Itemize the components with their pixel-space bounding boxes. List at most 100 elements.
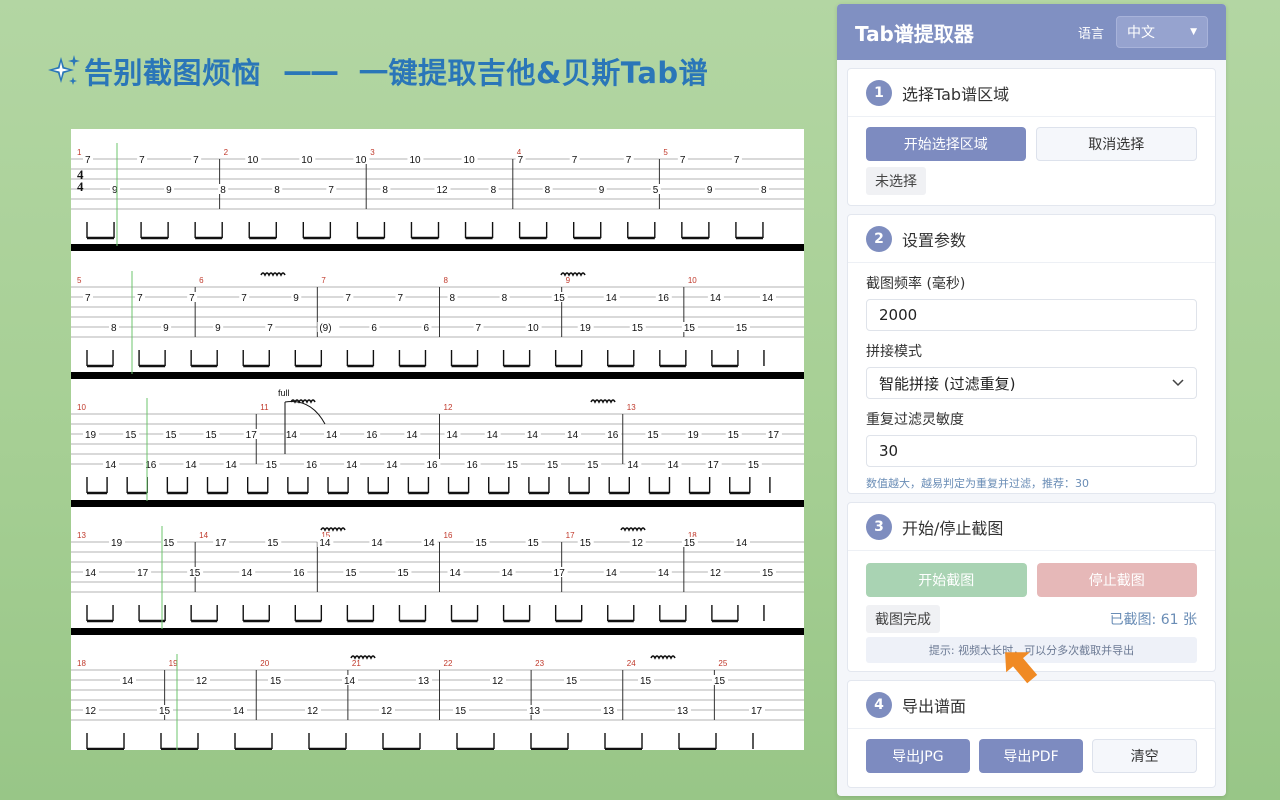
step-2-header: 2 设置参数	[848, 215, 1215, 263]
tab-note: 12	[381, 706, 393, 717]
step-1-card: 1 选择Tab谱区域 开始选择区域 取消选择 未选择	[847, 68, 1216, 206]
step-4-number: 4	[866, 691, 892, 718]
tab-note: 7	[626, 155, 632, 166]
tab-note: 14	[710, 293, 722, 304]
tab-note: 14	[85, 568, 97, 579]
bend-annotation: full	[278, 388, 290, 398]
headline-right: 一键提取吉他&贝斯Tab谱	[359, 56, 709, 90]
measure-number: 13	[627, 403, 636, 412]
vibrato-mark	[650, 655, 676, 660]
tab-note: 16	[306, 460, 318, 471]
system-divider	[71, 500, 804, 507]
tab-note: 14	[606, 568, 618, 579]
start-capture-button[interactable]: 开始截图	[866, 563, 1027, 597]
tab-note: 13	[603, 706, 615, 717]
cancel-select-button[interactable]: 取消选择	[1035, 127, 1197, 161]
tab-note: 19	[85, 430, 97, 441]
vibrato-mark	[620, 527, 646, 532]
tab-note: 8	[491, 185, 497, 196]
measure-number: 16	[444, 531, 453, 540]
tab-note: 15	[476, 538, 488, 549]
mode-select[interactable]: 智能拼接 (过滤重复)	[866, 367, 1197, 399]
tab-note: 14	[658, 568, 670, 579]
tab-note: 14	[627, 460, 639, 471]
tab-note: 9	[166, 185, 172, 196]
panel-title: Tab谱提取器	[855, 21, 974, 46]
headline-dash: ——	[283, 54, 339, 88]
tab-note: 14	[286, 430, 298, 441]
tab-note: 16	[293, 568, 305, 579]
tab-note: 14	[344, 676, 356, 687]
tab-note: 15	[647, 430, 659, 441]
tab-note: 17	[708, 460, 720, 471]
tab-note: 7	[139, 155, 145, 166]
measure-number: 10	[688, 276, 697, 285]
step-2-title: 设置参数	[902, 230, 967, 250]
tab-note: 7	[572, 155, 578, 166]
language-select[interactable]: 中文 ▼	[1116, 16, 1208, 48]
measure-number: 13	[77, 531, 86, 540]
vibrato-mark	[560, 272, 586, 277]
tab-note: 19	[580, 323, 592, 334]
clear-button[interactable]: 清空	[1092, 739, 1197, 773]
export-jpg-button[interactable]: 导出JPG	[866, 739, 970, 773]
tab-note: 19	[688, 430, 700, 441]
tab-note: 7	[345, 293, 351, 304]
tab-note: 15	[748, 460, 760, 471]
tab-note: 16	[658, 293, 670, 304]
tab-note: 15	[507, 460, 519, 471]
tab-note: 14	[667, 460, 679, 471]
system-divider	[71, 244, 804, 251]
tab-note: 9	[599, 185, 605, 196]
tab-note: 14	[241, 568, 253, 579]
measure-number: 11	[260, 403, 269, 412]
tab-note: 10	[355, 155, 367, 166]
measure-number: 9	[566, 276, 571, 285]
start-select-area-button[interactable]: 开始选择区域	[866, 127, 1026, 161]
tab-note: 15	[345, 568, 357, 579]
language-label: 语言	[1077, 26, 1104, 42]
tab-note: 14	[487, 430, 499, 441]
tab-note: 10	[247, 155, 259, 166]
step-4-title: 导出谱面	[902, 696, 967, 716]
tab-note: 9	[215, 323, 221, 334]
tab-note: 14	[406, 430, 418, 441]
tab-note: 14	[233, 706, 245, 717]
tab-note: 9	[163, 323, 169, 334]
tab-note: 15	[684, 323, 696, 334]
tab-note: 8	[111, 323, 117, 334]
tab-note: 10	[528, 323, 540, 334]
pointer-arrow-icon	[1005, 652, 1038, 684]
tab-note: 12	[492, 676, 504, 687]
tab-note: 17	[215, 538, 227, 549]
tab-note: 14	[185, 460, 197, 471]
measure-number: 12	[444, 403, 453, 412]
interval-input[interactable]: 2000	[866, 299, 1197, 331]
tab-note: 12	[710, 568, 722, 579]
tab-note: 8	[274, 185, 280, 196]
tab-note: 10	[464, 155, 476, 166]
stop-capture-button[interactable]: 停止截图	[1036, 563, 1197, 597]
tab-note: 6	[423, 323, 429, 334]
measure-number: 20	[260, 659, 269, 668]
tab-note: 7	[734, 155, 740, 166]
tab-note: 15	[163, 538, 175, 549]
tab-note: 14	[319, 538, 331, 549]
measure-number: 24	[627, 659, 636, 668]
bend-arrow	[284, 400, 326, 454]
tab-note: 15	[554, 293, 566, 304]
language-value: 中文	[1127, 25, 1155, 41]
tab-note: 16	[607, 430, 619, 441]
step-1-title: 选择Tab谱区域	[902, 84, 1010, 104]
tab-note: 15	[267, 538, 279, 549]
tab-note: 7	[241, 293, 247, 304]
tab-note: 15	[587, 460, 599, 471]
measure-number: 21	[352, 659, 361, 668]
tab-note: 15	[762, 568, 774, 579]
step-4-header: 4 导出谱面	[848, 681, 1215, 729]
step-3-number: 3	[866, 513, 892, 540]
tab-note: 14	[567, 430, 579, 441]
export-pdf-button[interactable]: 导出PDF	[978, 739, 1084, 773]
sensitivity-input[interactable]: 30	[866, 435, 1197, 467]
tab-note: 17	[554, 568, 566, 579]
